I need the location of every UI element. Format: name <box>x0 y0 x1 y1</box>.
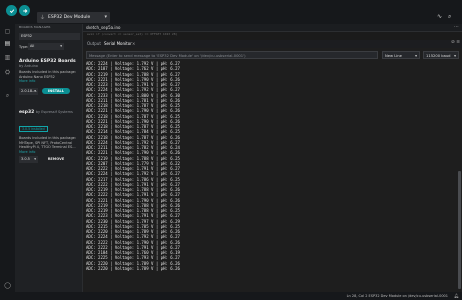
baud-rate-select[interactable]: 115200 baud ▾ <box>423 51 459 59</box>
tab-serial-monitor[interactable]: Serial Monitor <box>104 41 132 46</box>
library-icon[interactable]: ▥ <box>4 54 11 61</box>
board-card-name: esp32 <box>19 110 35 115</box>
board-card-description: Boards included in this package: Arduino… <box>19 70 76 79</box>
board-card-author: by Arduino <box>19 64 38 68</box>
boards-manager-icon[interactable]: ▤ <box>4 40 11 47</box>
board-card-title: esp32 by Espressif Systems <box>19 110 81 115</box>
status-bar: Ln 28, Col 2 ESP32 Dev Module on /dev/cu… <box>0 292 462 300</box>
line-ending-value: New Line <box>385 54 402 58</box>
activity-bar: ▢ ▤ ▥ ⛭ ⌕ ◯ <box>0 24 15 300</box>
chevron-down-icon: ▾ <box>34 157 36 161</box>
close-icon[interactable]: × <box>132 41 135 46</box>
board-card: Arduino ESP32 Boards by Arduino Boards i… <box>19 59 81 83</box>
line-ending-select[interactable]: New Line ▾ <box>382 51 420 59</box>
debug-icon[interactable]: ⛭ <box>4 69 11 76</box>
profile-icon[interactable]: ◯ <box>4 282 11 289</box>
toolbar: ⏚ ESP32 Dev Module ▾ ∿ ⌕ <box>0 0 462 24</box>
usb-icon: ⏚ <box>40 15 46 21</box>
code-line: eval if (convert <= sensor_set) == OFFSE… <box>87 32 178 36</box>
chevron-down-icon: ▾ <box>104 14 107 20</box>
checkmark-icon <box>9 8 14 13</box>
notification-icon[interactable]: 🔔︎ <box>454 293 459 298</box>
arrow-right-icon <box>22 8 27 13</box>
verify-button[interactable] <box>6 5 17 16</box>
folder-icon[interactable]: ▢ <box>4 28 11 35</box>
clear-output-icon[interactable]: ⊘ ≡ <box>451 40 460 45</box>
tab-output[interactable]: Output <box>87 41 101 46</box>
more-icon[interactable]: ⋯ <box>454 24 459 30</box>
status-text: Ln 28, Col 2 ESP32 Dev Module on /dev/cu… <box>346 294 448 298</box>
editor-tab-bar: sketch_sep5a.ino ⋯ <box>83 24 462 32</box>
scrollbar-thumb[interactable] <box>458 171 461 289</box>
chevron-down-icon: ▾ <box>415 54 417 58</box>
boards-manager-panel: BOARDS MANAGER ESP32 Type: All ▾ Arduino… <box>15 24 83 292</box>
board-card: esp32 by Espressif Systems 3.0.5 install… <box>19 110 81 154</box>
serial-monitor-panel: Output Serial Monitor × ⊘ ≡ Message (Ent… <box>83 40 462 292</box>
tab-sketch[interactable]: sketch_sep5a.ino <box>86 25 120 30</box>
board-card-author: by Espressif Systems <box>35 110 73 114</box>
chevron-down-icon: ▾ <box>60 44 62 48</box>
chevron-down-icon: ▾ <box>454 54 456 58</box>
message-input[interactable]: Message (Enter to send message to 'ESP32… <box>86 51 378 59</box>
baud-rate-value: 115200 baud <box>426 54 451 58</box>
chevron-down-icon: ▾ <box>34 89 36 93</box>
serial-monitor-icon[interactable]: ⌕ <box>448 13 451 21</box>
panel-title: BOARDS MANAGER <box>19 25 51 29</box>
board-name: ESP32 Dev Module <box>48 15 91 20</box>
panel-tab-bar: Output Serial Monitor × ⊘ ≡ <box>83 40 462 48</box>
installed-badge: 3.0.5 installed <box>19 126 48 132</box>
type-value: All <box>30 44 35 48</box>
search-icon[interactable]: ⌕ <box>4 92 11 99</box>
serial-output[interactable]: ADC: 2224 | Voltage: 1.792 V | pH: 6.27 A… <box>86 61 456 291</box>
type-label: Type: <box>19 45 29 49</box>
remove-button[interactable]: REMOVE <box>42 156 70 162</box>
board-card-description: Boards included in this package: MHTape,… <box>19 136 76 150</box>
version-value: 3.0.5 <box>21 157 30 161</box>
type-select[interactable]: All ▾ <box>28 43 64 50</box>
serial-line: ADC: 2220 | Voltage: 1.789 V | pH: 6.26 <box>86 265 180 271</box>
code-editor[interactable]: eval if (convert <= sensor_set) == OFFSE… <box>83 32 462 40</box>
more-info-link[interactable]: More info <box>19 150 81 154</box>
board-search-input[interactable]: ESP32 <box>19 33 80 40</box>
version-select[interactable]: 2.0.18-... ▾ <box>19 88 38 95</box>
scrollbar[interactable] <box>458 61 461 291</box>
install-button[interactable]: INSTALL <box>42 88 70 94</box>
upload-button[interactable] <box>19 5 30 16</box>
board-selector[interactable]: ⏚ ESP32 Dev Module ▾ <box>37 12 110 23</box>
more-info-link[interactable]: More info <box>19 79 81 83</box>
serial-plotter-icon[interactable]: ∿ <box>437 13 442 20</box>
version-select[interactable]: 3.0.5 ▾ <box>19 156 38 163</box>
